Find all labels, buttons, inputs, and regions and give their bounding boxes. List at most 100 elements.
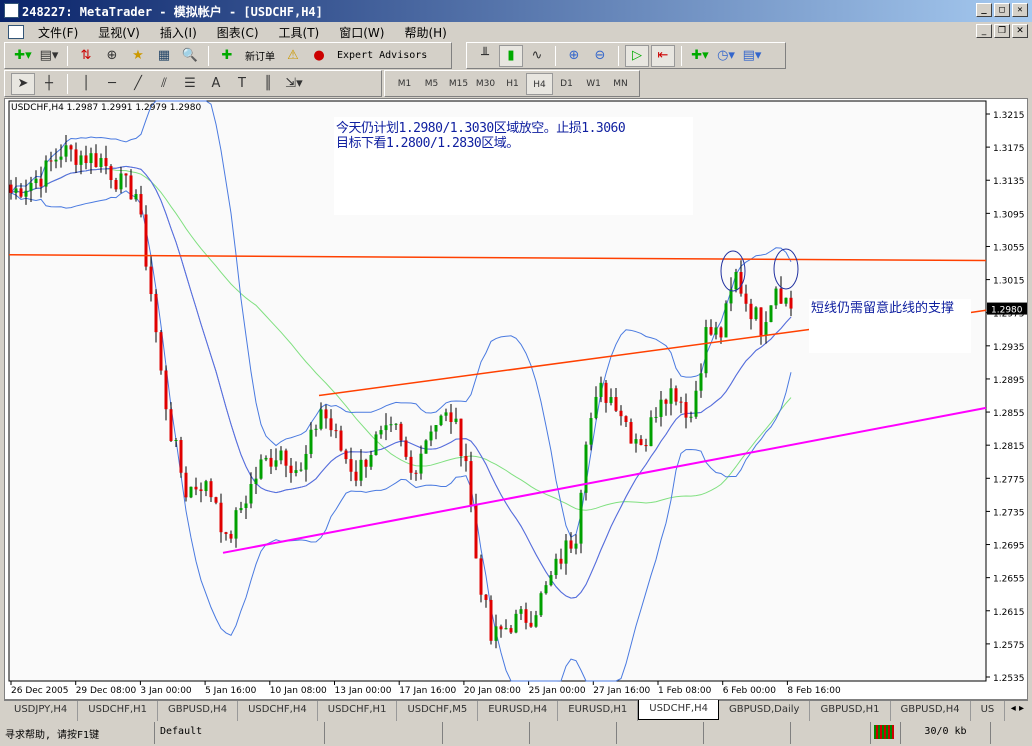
cursor-icon[interactable]: ➤: [11, 72, 35, 95]
candle-body: [399, 423, 403, 441]
candle-body: [229, 533, 233, 539]
menu-file[interactable]: 文件(F): [28, 24, 88, 41]
chart-tab[interactable]: USDCHF,M5: [397, 701, 479, 721]
tf-h4[interactable]: H4: [526, 72, 553, 95]
candle-body: [709, 327, 713, 335]
maximize-button[interactable]: □: [994, 3, 1010, 17]
x-tick-label: 27 Jan 16:00: [593, 686, 650, 696]
navigator-icon[interactable]: ★: [126, 45, 150, 67]
candle-body: [664, 399, 668, 404]
new-order-icon[interactable]: ✚: [215, 45, 239, 67]
market-watch-icon[interactable]: ⇅: [74, 45, 98, 67]
menu-charts[interactable]: 图表(C): [207, 24, 269, 41]
terminal-icon[interactable]: ▦: [152, 45, 176, 67]
candle-body: [79, 155, 83, 165]
candle-body: [114, 179, 118, 190]
crosshair-icon[interactable]: ┼: [37, 73, 61, 95]
tf-w1[interactable]: W1: [580, 73, 607, 95]
candle-body: [634, 439, 638, 444]
mdi-restore-button[interactable]: ❐: [994, 24, 1010, 38]
candle-body: [789, 297, 793, 309]
candlestick-icon[interactable]: ▮: [499, 44, 523, 67]
text-label-icon[interactable]: T: [230, 73, 254, 95]
menu-window[interactable]: 窗口(W): [329, 24, 394, 41]
chart-tab[interactable]: USDCHF,H1: [318, 701, 398, 721]
x-tick-label: 3 Jan 00:00: [140, 686, 192, 696]
line-chart-icon[interactable]: ∿: [525, 45, 549, 67]
warning-icon[interactable]: ⚠: [281, 45, 305, 67]
candle-body: [129, 175, 133, 200]
chart-tab[interactable]: USDCHF,H4: [238, 701, 318, 721]
chart-tab[interactable]: EURUSD,H1: [558, 701, 639, 721]
new-chart-icon[interactable]: ✚▾: [11, 45, 35, 67]
chart-tab[interactable]: US: [971, 701, 1006, 721]
candle-body: [249, 484, 253, 504]
autoscroll-icon[interactable]: ▷: [625, 44, 649, 67]
tf-mn[interactable]: MN: [607, 73, 634, 95]
menu-help[interactable]: 帮助(H): [394, 24, 456, 41]
close-button[interactable]: ✕: [1012, 3, 1028, 17]
chart-tab[interactable]: GBPUSD,Daily: [719, 701, 811, 721]
bar-chart-icon[interactable]: ╨: [473, 45, 497, 67]
mdi-minimize-button[interactable]: _: [976, 24, 992, 38]
strategy-tester-icon[interactable]: 🔍: [178, 45, 202, 67]
candle-body: [604, 382, 608, 403]
expert-advisors-button[interactable]: Expert Advisors: [333, 50, 431, 61]
text-icon[interactable]: A: [204, 73, 228, 95]
indicators-icon[interactable]: ✚▾: [688, 45, 712, 67]
support-note: 短线仍需留意此线的支撑: [809, 299, 971, 353]
candle-body: [729, 289, 733, 304]
profiles-icon[interactable]: ▤▾: [37, 45, 61, 67]
arrows-icon[interactable]: ⇲▾: [282, 73, 306, 95]
tf-m5[interactable]: M5: [418, 73, 445, 95]
candle-body: [29, 183, 33, 191]
expert-advisors-icon[interactable]: ●: [307, 45, 331, 67]
periodicity-toolbar: M1 M5 M15 M30 H1 H4 D1 W1 MN: [384, 70, 640, 97]
x-tick-label: 17 Jan 16:00: [399, 686, 456, 696]
templates-icon[interactable]: ▤▾: [740, 45, 764, 67]
minimize-button[interactable]: _: [976, 3, 992, 17]
data-window-icon[interactable]: ⊕: [100, 45, 124, 67]
line-studies-toolbar: ➤ ┼ │ ─ ╱ ⫽ ☰ A T ║ ⇲▾: [4, 70, 382, 97]
chart-tab[interactable]: USDCHF,H1: [78, 701, 158, 721]
period-separators-icon[interactable]: ║: [256, 73, 280, 95]
candle-body: [179, 440, 183, 473]
tf-m1[interactable]: M1: [391, 73, 418, 95]
tf-m30[interactable]: M30: [472, 73, 499, 95]
chart-tab[interactable]: GBPUSD,H4: [891, 701, 971, 721]
y-tick-label: 1.2855: [993, 409, 1025, 419]
tf-m15[interactable]: M15: [445, 73, 472, 95]
chart-tab[interactable]: GBPUSD,H4: [158, 701, 239, 721]
zoom-in-icon[interactable]: ⊕: [562, 45, 586, 67]
trendline-icon[interactable]: ╱: [126, 73, 150, 95]
menu-insert[interactable]: 插入(I): [150, 24, 207, 41]
chart-tab[interactable]: EURUSD,H4: [478, 701, 559, 721]
chart-shift-icon[interactable]: ⇤: [651, 44, 675, 67]
candle-body: [529, 622, 533, 627]
chart-tab[interactable]: USDJPY,H4: [4, 701, 79, 721]
periods-icon[interactable]: ◷▾: [714, 45, 738, 67]
chart-tab[interactable]: USDCHF,H4: [638, 700, 719, 720]
zoom-out-icon[interactable]: ⊖: [588, 45, 612, 67]
candle-body: [309, 429, 313, 454]
fibonacci-icon[interactable]: ☰: [178, 73, 202, 95]
candle-body: [49, 160, 53, 162]
tf-h1[interactable]: H1: [499, 73, 526, 95]
menu-view[interactable]: 显视(V): [88, 24, 150, 41]
chart-window[interactable]: 1.3215 1.3175 1.3135 1.3095 1.3055 1.3015 1.29…: [4, 98, 1028, 700]
menu-bar: 文件(F) 显视(V) 插入(I) 图表(C) 工具(T) 窗口(W) 帮助(H…: [0, 22, 1032, 42]
mdi-close-button[interactable]: ✕: [1012, 24, 1028, 38]
equidistant-channel-icon[interactable]: ⫽: [152, 73, 176, 95]
candle-body: [394, 423, 398, 425]
vertical-line-icon[interactable]: │: [74, 73, 98, 95]
new-order-button[interactable]: 新订单: [241, 48, 279, 63]
candle-body: [64, 145, 68, 157]
candle-body: [224, 532, 228, 534]
chart-tabs: USDJPY,H4 USDCHF,H1 GBPUSD,H4 USDCHF,H4 USDC…: [4, 700, 1028, 721]
tab-scroll-arrows[interactable]: ◂ ▸: [1007, 701, 1028, 721]
tf-d1[interactable]: D1: [553, 73, 580, 95]
chart-tab[interactable]: GBPUSD,H1: [810, 701, 891, 721]
horizontal-line-icon[interactable]: ─: [100, 73, 124, 95]
candle-body: [69, 145, 73, 150]
menu-tools[interactable]: 工具(T): [269, 24, 330, 41]
